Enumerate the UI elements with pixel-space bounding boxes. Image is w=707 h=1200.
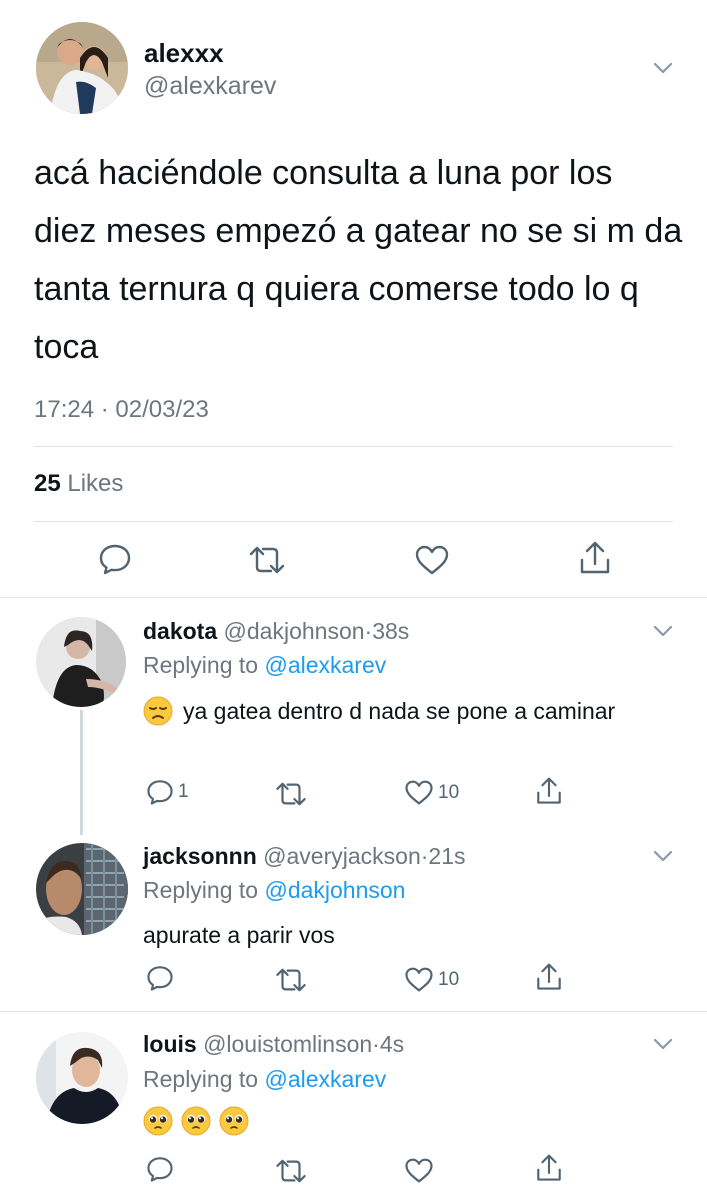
reply-time[interactable]: 4s <box>380 1031 404 1057</box>
main-author-handle[interactable]: @alexkarev <box>144 72 276 101</box>
divider <box>34 521 673 522</box>
main-author-name[interactable]: alexxx <box>144 38 224 69</box>
reply-author-name[interactable]: louis <box>143 1031 197 1057</box>
dot-separator: · <box>372 1031 380 1057</box>
like-count: 10 <box>438 781 460 803</box>
replying-to: Replying to @alexkarev <box>143 652 386 679</box>
reply-header: jacksonnn @averyjackson·21s <box>143 843 466 870</box>
reply-button[interactable]: 1 <box>146 778 189 806</box>
retweet-icon[interactable] <box>247 545 287 575</box>
pleading-face-icon <box>143 1106 173 1136</box>
replying-to-handle[interactable]: @alexkarev <box>264 652 386 678</box>
reply-text-content: ya gatea dentro d nada se pone a caminar <box>183 698 616 724</box>
replying-to: Replying to @dakjohnson <box>143 877 405 904</box>
share-icon[interactable] <box>578 540 612 576</box>
like-count: 10 <box>438 968 460 990</box>
reply-author-handle[interactable]: @dakjohnson <box>224 618 365 644</box>
reply-time[interactable]: 21s <box>428 843 465 869</box>
reply-icon[interactable] <box>146 1155 174 1183</box>
reply-icon[interactable] <box>146 778 174 806</box>
chevron-down-icon[interactable] <box>653 62 673 74</box>
share-icon[interactable] <box>535 1153 563 1183</box>
reply-author-name[interactable]: dakota <box>143 618 217 644</box>
chevron-down-icon[interactable] <box>653 625 673 637</box>
reply-count: 1 <box>178 781 189 802</box>
likes-label: Likes <box>67 470 124 497</box>
replying-to-label: Replying to <box>143 1066 259 1092</box>
replying-to-handle[interactable]: @dakjohnson <box>264 877 405 903</box>
pleading-face-icon <box>219 1106 249 1136</box>
retweet-icon[interactable] <box>274 1158 308 1184</box>
reply-author-handle[interactable]: @louistomlinson <box>203 1031 372 1057</box>
share-icon[interactable] <box>535 962 563 992</box>
replying-to: Replying to @alexkarev <box>143 1066 386 1093</box>
replying-to-handle[interactable]: @alexkarev <box>264 1066 386 1092</box>
divider <box>0 1011 707 1012</box>
heart-icon[interactable] <box>404 1157 434 1184</box>
retweet-icon[interactable] <box>274 781 308 807</box>
chevron-down-icon[interactable] <box>653 850 673 862</box>
replying-to-label: Replying to <box>143 877 259 903</box>
pleading-face-icon <box>181 1106 211 1136</box>
replying-to-label: Replying to <box>143 652 259 678</box>
reply-author-handle[interactable]: @averyjackson <box>263 843 421 869</box>
reply-text: apurate a parir vos <box>143 922 335 948</box>
likes-count[interactable]: 25 Likes <box>34 470 123 498</box>
reply-author-name[interactable]: jacksonnn <box>143 843 257 869</box>
heart-icon[interactable] <box>414 544 450 576</box>
reply-emojis <box>143 1106 249 1136</box>
divider <box>34 446 673 447</box>
reply-avatar-louis[interactable] <box>36 1032 128 1124</box>
reply-text: ya gatea dentro d nada se pone a caminar <box>143 694 663 728</box>
tweet-text: acá haciéndole consulta a luna por los d… <box>34 154 683 366</box>
reply-header: louis @louistomlinson·4s <box>143 1031 404 1058</box>
heart-icon[interactable] <box>404 966 434 993</box>
like-button[interactable]: 10 <box>404 779 459 806</box>
like-button[interactable]: 10 <box>404 966 459 993</box>
chevron-down-icon[interactable] <box>653 1038 673 1050</box>
heart-icon[interactable] <box>404 779 434 806</box>
reply-time[interactable]: 38s <box>372 618 409 644</box>
reply-avatar-jacksonnn[interactable] <box>36 843 128 935</box>
likes-number: 25 <box>34 470 61 497</box>
reply-avatar-dakota[interactable] <box>36 617 126 707</box>
reply-header: dakota @dakjohnson·38s <box>143 618 409 645</box>
reply-icon[interactable] <box>146 964 174 992</box>
tweet-timestamp[interactable]: 17:24 · 02/03/23 <box>34 396 209 424</box>
retweet-icon[interactable] <box>274 967 308 993</box>
thread-line <box>80 710 83 835</box>
main-avatar[interactable] <box>36 22 128 114</box>
divider <box>0 597 707 598</box>
share-icon[interactable] <box>535 776 563 806</box>
reply-icon[interactable] <box>98 543 132 575</box>
disappointed-face-icon <box>143 696 173 726</box>
